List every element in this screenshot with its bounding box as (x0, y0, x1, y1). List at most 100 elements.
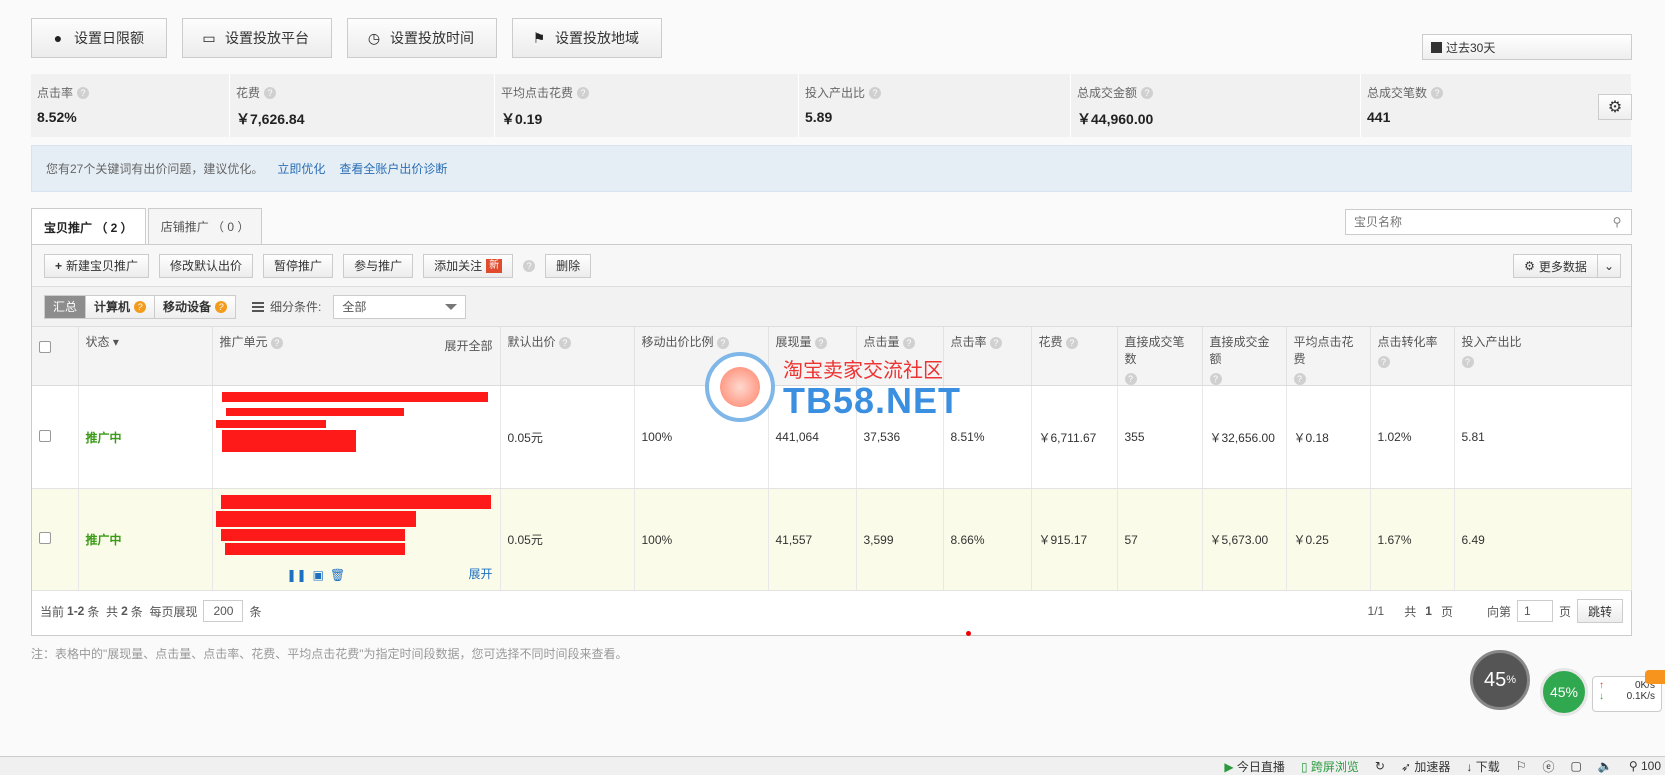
redacted-block (224, 543, 405, 555)
redacted-block (215, 420, 326, 428)
date-range-select[interactable]: 过去30天 (1422, 34, 1632, 60)
help-icon[interactable]: ? (869, 86, 882, 99)
unit-cell[interactable] (212, 385, 501, 489)
unit-cell[interactable]: ❚❚ ▣ 🗑 展开 (212, 488, 501, 591)
segment-computer[interactable]: 计算机? (85, 295, 155, 318)
pause-promo-button[interactable]: 暂停推广 (263, 253, 334, 278)
col-impressions[interactable]: 展现量 ? (768, 327, 857, 386)
col-direct-amount[interactable]: 直接成交金额? (1202, 327, 1287, 386)
tab-shop-promo[interactable]: 店铺推广 （ 0 ） (147, 208, 263, 244)
flag-icon[interactable]: ⚐ (1516, 759, 1527, 773)
col-cost[interactable]: 花费 ? (1031, 327, 1118, 386)
cross-screen-item[interactable]: ▯ 跨屏浏览 (1301, 758, 1359, 775)
window-icon[interactable]: ▢ (1571, 759, 1582, 773)
account-bid-diagnosis-link[interactable]: 查看全账户出价诊断 (339, 160, 447, 177)
row-checkbox[interactable] (39, 532, 51, 544)
set-platform-button[interactable]: ▭ 设置投放平台 (182, 18, 332, 58)
table-footnote: 注：表格中的"展现量、点击量、点击率、花费、平均点击花费"为指定时间段数据，您可… (31, 647, 628, 661)
side-tab[interactable] (1645, 670, 1665, 684)
goto-page-input[interactable]: 1 (1516, 600, 1553, 622)
expand-link[interactable]: 展开 (468, 565, 492, 582)
add-follow-button[interactable]: 添加关注新 (423, 253, 514, 278)
volume-icon[interactable]: 🔈 (1598, 759, 1613, 773)
set-daily-limit-button[interactable]: ● 设置日限额 (31, 18, 167, 58)
phone-icon: ▯ (1300, 759, 1308, 774)
segment-mobile[interactable]: 移动设备? (154, 295, 236, 318)
more-data-dropdown[interactable]: ⌄ (1597, 254, 1621, 278)
col-direct-orders[interactable]: 直接成交笔数? (1117, 327, 1203, 386)
col-status[interactable]: 状态 ▾ (78, 327, 213, 386)
download-item[interactable]: ↓ 下载 (1466, 758, 1499, 775)
col-ctr[interactable]: 点击率 ? (943, 327, 1032, 386)
item-name-search-input[interactable] (1346, 215, 1603, 229)
help-icon: ? (558, 337, 571, 349)
set-schedule-button[interactable]: ◷ 设置投放时间 (347, 18, 497, 58)
plus-icon: + (55, 258, 63, 273)
set-region-button[interactable]: ⚑ 设置投放地域 (512, 18, 662, 58)
refresh-icon[interactable]: ↻ (1375, 759, 1385, 773)
help-icon[interactable]: ? (1141, 86, 1154, 99)
help-icon: ? (1461, 356, 1474, 368)
stats-summary: 点击率? 8.52% 花费? ￥7,626.84 平均点击花费? ￥0.19 投… (31, 74, 1631, 137)
table-row: 推广中 ❚❚ ▣ 🗑 展开 0.05元 100% 41,557 3,599 8.… (32, 488, 1632, 591)
table-header-row: 状态 ▾ 推广单元 ? 展开全部 默认出价 ? 移动出价比例 ? 展现量 ? 点击… (32, 327, 1632, 386)
optimize-now-link[interactable]: 立即优化 (277, 160, 325, 177)
tab-item-promo[interactable]: 宝贝推广 （ 2 ） (31, 208, 146, 245)
join-promo-button[interactable]: 参与推广 (343, 253, 414, 278)
goto-page-button[interactable]: 跳转 (1576, 599, 1623, 623)
edit-default-bid-button[interactable]: 修改默认出价 (159, 253, 254, 278)
expand-all-link[interactable]: 展开全部 (444, 337, 492, 354)
redacted-block (221, 392, 488, 402)
copy-icon[interactable]: ▣ (313, 568, 324, 582)
new-item-promo-button[interactable]: + 新建宝贝推广 (44, 253, 150, 278)
page-nav: 1/1 共1页 向第 1 页 跳转 (1368, 599, 1623, 623)
col-roi[interactable]: 投入产出比? (1454, 327, 1632, 386)
col-clicks[interactable]: 点击量 ? (856, 327, 944, 386)
select-all-checkbox[interactable] (39, 341, 51, 353)
redacted-block (215, 511, 416, 527)
network-speed-widget[interactable]: 45% 45% ↑ 0K/s ↓ 0.1K/s (1470, 650, 1665, 725)
stat-total-amount: 总成交金额? ￥44,960.00 (1071, 74, 1361, 137)
segment-summary[interactable]: 汇总 (45, 295, 86, 318)
row-actions: ❚❚ ▣ 🗑 (287, 568, 346, 582)
pause-icon[interactable]: ❚❚ (287, 568, 307, 582)
help-icon[interactable]: ? (577, 86, 590, 99)
bid-notice-bar: 您有27个关键词有出价问题，建议优化。 立即优化 查看全账户出价诊断 (31, 145, 1632, 192)
help-icon: ? (1377, 356, 1390, 368)
help-icon: ? (215, 300, 228, 313)
stat-roi: 投入产出比? 5.89 (799, 74, 1071, 137)
help-icon[interactable]: ? (264, 86, 277, 99)
ctr-cell: 8.51% (943, 385, 1032, 489)
help-icon[interactable]: ? (270, 337, 283, 349)
help-icon[interactable]: ? (1431, 86, 1444, 99)
monitor-icon: ▭ (202, 29, 216, 46)
ie-icon[interactable]: ⓔ (1543, 758, 1555, 775)
live-today-item[interactable]: ▶ 今日直播 (1224, 758, 1285, 775)
trash-icon[interactable]: 🗑 (330, 568, 345, 582)
stat-cost: 花费? ￥7,626.84 (230, 74, 495, 137)
direct-orders-cell: 355 (1117, 385, 1203, 489)
col-avg-cpc[interactable]: 平均点击花费? (1286, 327, 1371, 386)
row-select-cell (32, 488, 79, 591)
breakdown-select[interactable]: 全部 (333, 294, 467, 319)
help-icon[interactable]: ? (523, 259, 536, 272)
col-conv-rate[interactable]: 点击转化率? (1370, 327, 1455, 386)
delete-button[interactable]: 删除 (545, 253, 592, 278)
more-data-button[interactable]: ⚙ 更多数据 (1513, 254, 1598, 278)
status-cell: 推广中 (78, 488, 213, 591)
default-bid-cell[interactable]: 0.05元 (500, 488, 635, 591)
status-cell: 推广中 (78, 385, 213, 489)
search-icon[interactable]: ⚲ (1603, 215, 1631, 229)
top-link-remnant[interactable] (1535, 0, 1625, 2)
col-default-bid[interactable]: 默认出价 ? (500, 327, 635, 386)
stats-settings-button[interactable]: ⚙ (1598, 94, 1632, 120)
help-icon[interactable]: ? (77, 86, 90, 99)
default-bid-cell[interactable]: 0.05元 (500, 385, 635, 489)
direct-amount-cell: ￥32,656.00 (1202, 385, 1287, 489)
row-checkbox[interactable] (39, 429, 51, 442)
col-mobile-ratio[interactable]: 移动出价比例 ? (634, 327, 769, 386)
page-size-select[interactable]: 200 (203, 600, 244, 622)
zoom-item[interactable]: ⚲ 100 (1629, 759, 1661, 773)
accelerate-ring[interactable]: 45% (1540, 668, 1588, 716)
accelerator-item[interactable]: ➶ 加速器 (1401, 758, 1450, 775)
